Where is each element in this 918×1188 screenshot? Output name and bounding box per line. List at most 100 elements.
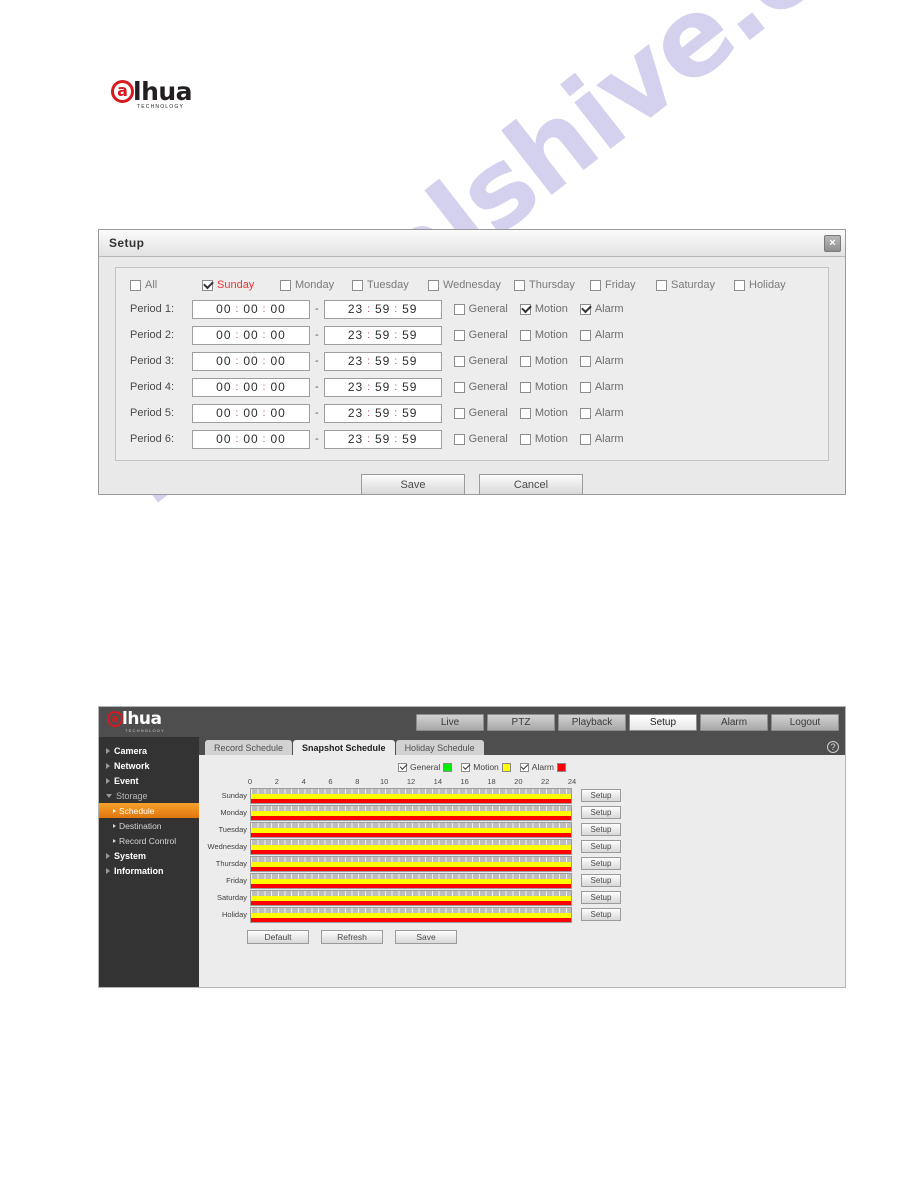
- checkbox[interactable]: [579, 303, 591, 315]
- nav-live-button[interactable]: Live: [416, 713, 484, 731]
- nav-setup-button[interactable]: Setup: [629, 713, 697, 731]
- sidebar-item-system[interactable]: System: [99, 848, 199, 863]
- checkbox[interactable]: [579, 433, 591, 445]
- checkbox[interactable]: [428, 279, 439, 291]
- event-checkbox-alarm[interactable]: Alarm: [579, 433, 624, 445]
- close-icon[interactable]: ×: [824, 234, 841, 252]
- schedule-bar[interactable]: [250, 872, 572, 889]
- sidebar-item-storage[interactable]: Storage: [99, 788, 199, 803]
- checkbox[interactable]: [453, 407, 465, 419]
- schedule-bar[interactable]: [250, 855, 572, 872]
- event-checkbox-motion[interactable]: Motion: [519, 303, 568, 315]
- schedule-bar[interactable]: [250, 821, 572, 838]
- event-checkbox-general[interactable]: General: [453, 407, 508, 419]
- schedule-bar[interactable]: [250, 889, 572, 906]
- time-field[interactable]: 23:59:59: [323, 377, 442, 397]
- checkbox[interactable]: [519, 762, 529, 772]
- time-field[interactable]: 23:59:59: [323, 429, 442, 449]
- event-checkbox-general[interactable]: General: [453, 355, 508, 367]
- cancel-button[interactable]: Cancel: [479, 474, 583, 495]
- sidebar-item-destination[interactable]: Destination: [99, 818, 199, 833]
- schedule-bar[interactable]: [250, 906, 572, 923]
- event-checkbox-motion[interactable]: Motion: [519, 381, 568, 393]
- checkbox[interactable]: [453, 381, 465, 393]
- time-field[interactable]: 00:00:00: [192, 351, 310, 371]
- checkbox[interactable]: [579, 355, 591, 367]
- day-checkbox-all[interactable]: All: [130, 279, 202, 291]
- nav-alarm-button[interactable]: Alarm: [700, 713, 768, 731]
- day-checkbox-thursday[interactable]: Thursday: [514, 279, 590, 291]
- nav-playback-button[interactable]: Playback: [558, 713, 626, 731]
- row-setup-button[interactable]: Setup: [581, 857, 621, 870]
- event-checkbox-motion[interactable]: Motion: [519, 407, 568, 419]
- time-field[interactable]: 00:00:00: [192, 403, 310, 423]
- checkbox[interactable]: [519, 407, 531, 419]
- tab-snapshot-schedule[interactable]: Snapshot Schedule: [293, 740, 395, 755]
- day-checkbox-monday[interactable]: Monday: [280, 279, 352, 291]
- checkbox[interactable]: [280, 279, 291, 291]
- legend-general[interactable]: General: [398, 762, 453, 772]
- event-checkbox-general[interactable]: General: [453, 329, 508, 341]
- sidebar-item-event[interactable]: Event: [99, 773, 199, 788]
- time-field[interactable]: 00:00:00: [192, 429, 310, 449]
- save-button[interactable]: Save: [361, 474, 465, 495]
- event-checkbox-alarm[interactable]: Alarm: [579, 381, 624, 393]
- checkbox[interactable]: [453, 329, 465, 341]
- event-checkbox-motion[interactable]: Motion: [519, 329, 568, 341]
- time-field[interactable]: 23:59:59: [323, 351, 442, 371]
- day-checkbox-tuesday[interactable]: Tuesday: [352, 279, 428, 291]
- legend-alarm[interactable]: Alarm: [519, 762, 566, 772]
- sidebar-item-network[interactable]: Network: [99, 758, 199, 773]
- row-setup-button[interactable]: Setup: [581, 891, 621, 904]
- time-field[interactable]: 00:00:00: [192, 299, 310, 319]
- sidebar-item-schedule[interactable]: Schedule: [99, 803, 199, 818]
- checkbox[interactable]: [519, 433, 531, 445]
- checkbox[interactable]: [519, 303, 531, 315]
- row-setup-button[interactable]: Setup: [581, 840, 621, 853]
- default-button[interactable]: Default: [247, 930, 309, 944]
- checkbox[interactable]: [519, 329, 531, 341]
- event-checkbox-alarm[interactable]: Alarm: [579, 303, 624, 315]
- schedule-bar[interactable]: [250, 838, 572, 855]
- schedule-bar[interactable]: [250, 804, 572, 821]
- help-icon[interactable]: ?: [827, 741, 839, 753]
- row-setup-button[interactable]: Setup: [581, 874, 621, 887]
- sidebar-item-record-control[interactable]: Record Control: [99, 833, 199, 848]
- legend-motion[interactable]: Motion: [461, 762, 511, 772]
- row-setup-button[interactable]: Setup: [581, 908, 621, 921]
- checkbox[interactable]: [734, 279, 745, 291]
- row-setup-button[interactable]: Setup: [581, 806, 621, 819]
- event-checkbox-alarm[interactable]: Alarm: [579, 329, 624, 341]
- event-checkbox-general[interactable]: General: [453, 303, 508, 315]
- nav-ptz-button[interactable]: PTZ: [487, 713, 555, 731]
- sidebar-item-information[interactable]: Information: [99, 863, 199, 878]
- checkbox[interactable]: [579, 381, 591, 393]
- checkbox[interactable]: [590, 279, 601, 291]
- refresh-button[interactable]: Refresh: [321, 930, 383, 944]
- time-field[interactable]: 23:59:59: [323, 299, 442, 319]
- checkbox[interactable]: [352, 279, 363, 291]
- time-field[interactable]: 00:00:00: [192, 325, 310, 345]
- nav-logout-button[interactable]: Logout: [771, 713, 839, 731]
- checkbox[interactable]: [453, 303, 465, 315]
- checkbox[interactable]: [130, 279, 141, 291]
- checkbox[interactable]: [453, 433, 465, 445]
- day-checkbox-saturday[interactable]: Saturday: [656, 279, 734, 291]
- tab-holiday-schedule[interactable]: Holiday Schedule: [395, 740, 484, 755]
- event-checkbox-general[interactable]: General: [453, 433, 508, 445]
- row-setup-button[interactable]: Setup: [581, 823, 621, 836]
- row-setup-button[interactable]: Setup: [581, 789, 621, 802]
- sidebar-item-camera[interactable]: Camera: [99, 743, 199, 758]
- event-checkbox-alarm[interactable]: Alarm: [579, 407, 624, 419]
- checkbox[interactable]: [202, 279, 213, 291]
- checkbox[interactable]: [398, 762, 408, 772]
- time-field[interactable]: 23:59:59: [323, 403, 442, 423]
- day-checkbox-holiday[interactable]: Holiday: [734, 279, 794, 291]
- schedule-bar[interactable]: [250, 787, 572, 804]
- save-button[interactable]: Save: [395, 930, 457, 944]
- checkbox[interactable]: [519, 381, 531, 393]
- day-checkbox-friday[interactable]: Friday: [590, 279, 656, 291]
- event-checkbox-alarm[interactable]: Alarm: [579, 355, 624, 367]
- checkbox[interactable]: [579, 407, 591, 419]
- checkbox[interactable]: [461, 762, 471, 772]
